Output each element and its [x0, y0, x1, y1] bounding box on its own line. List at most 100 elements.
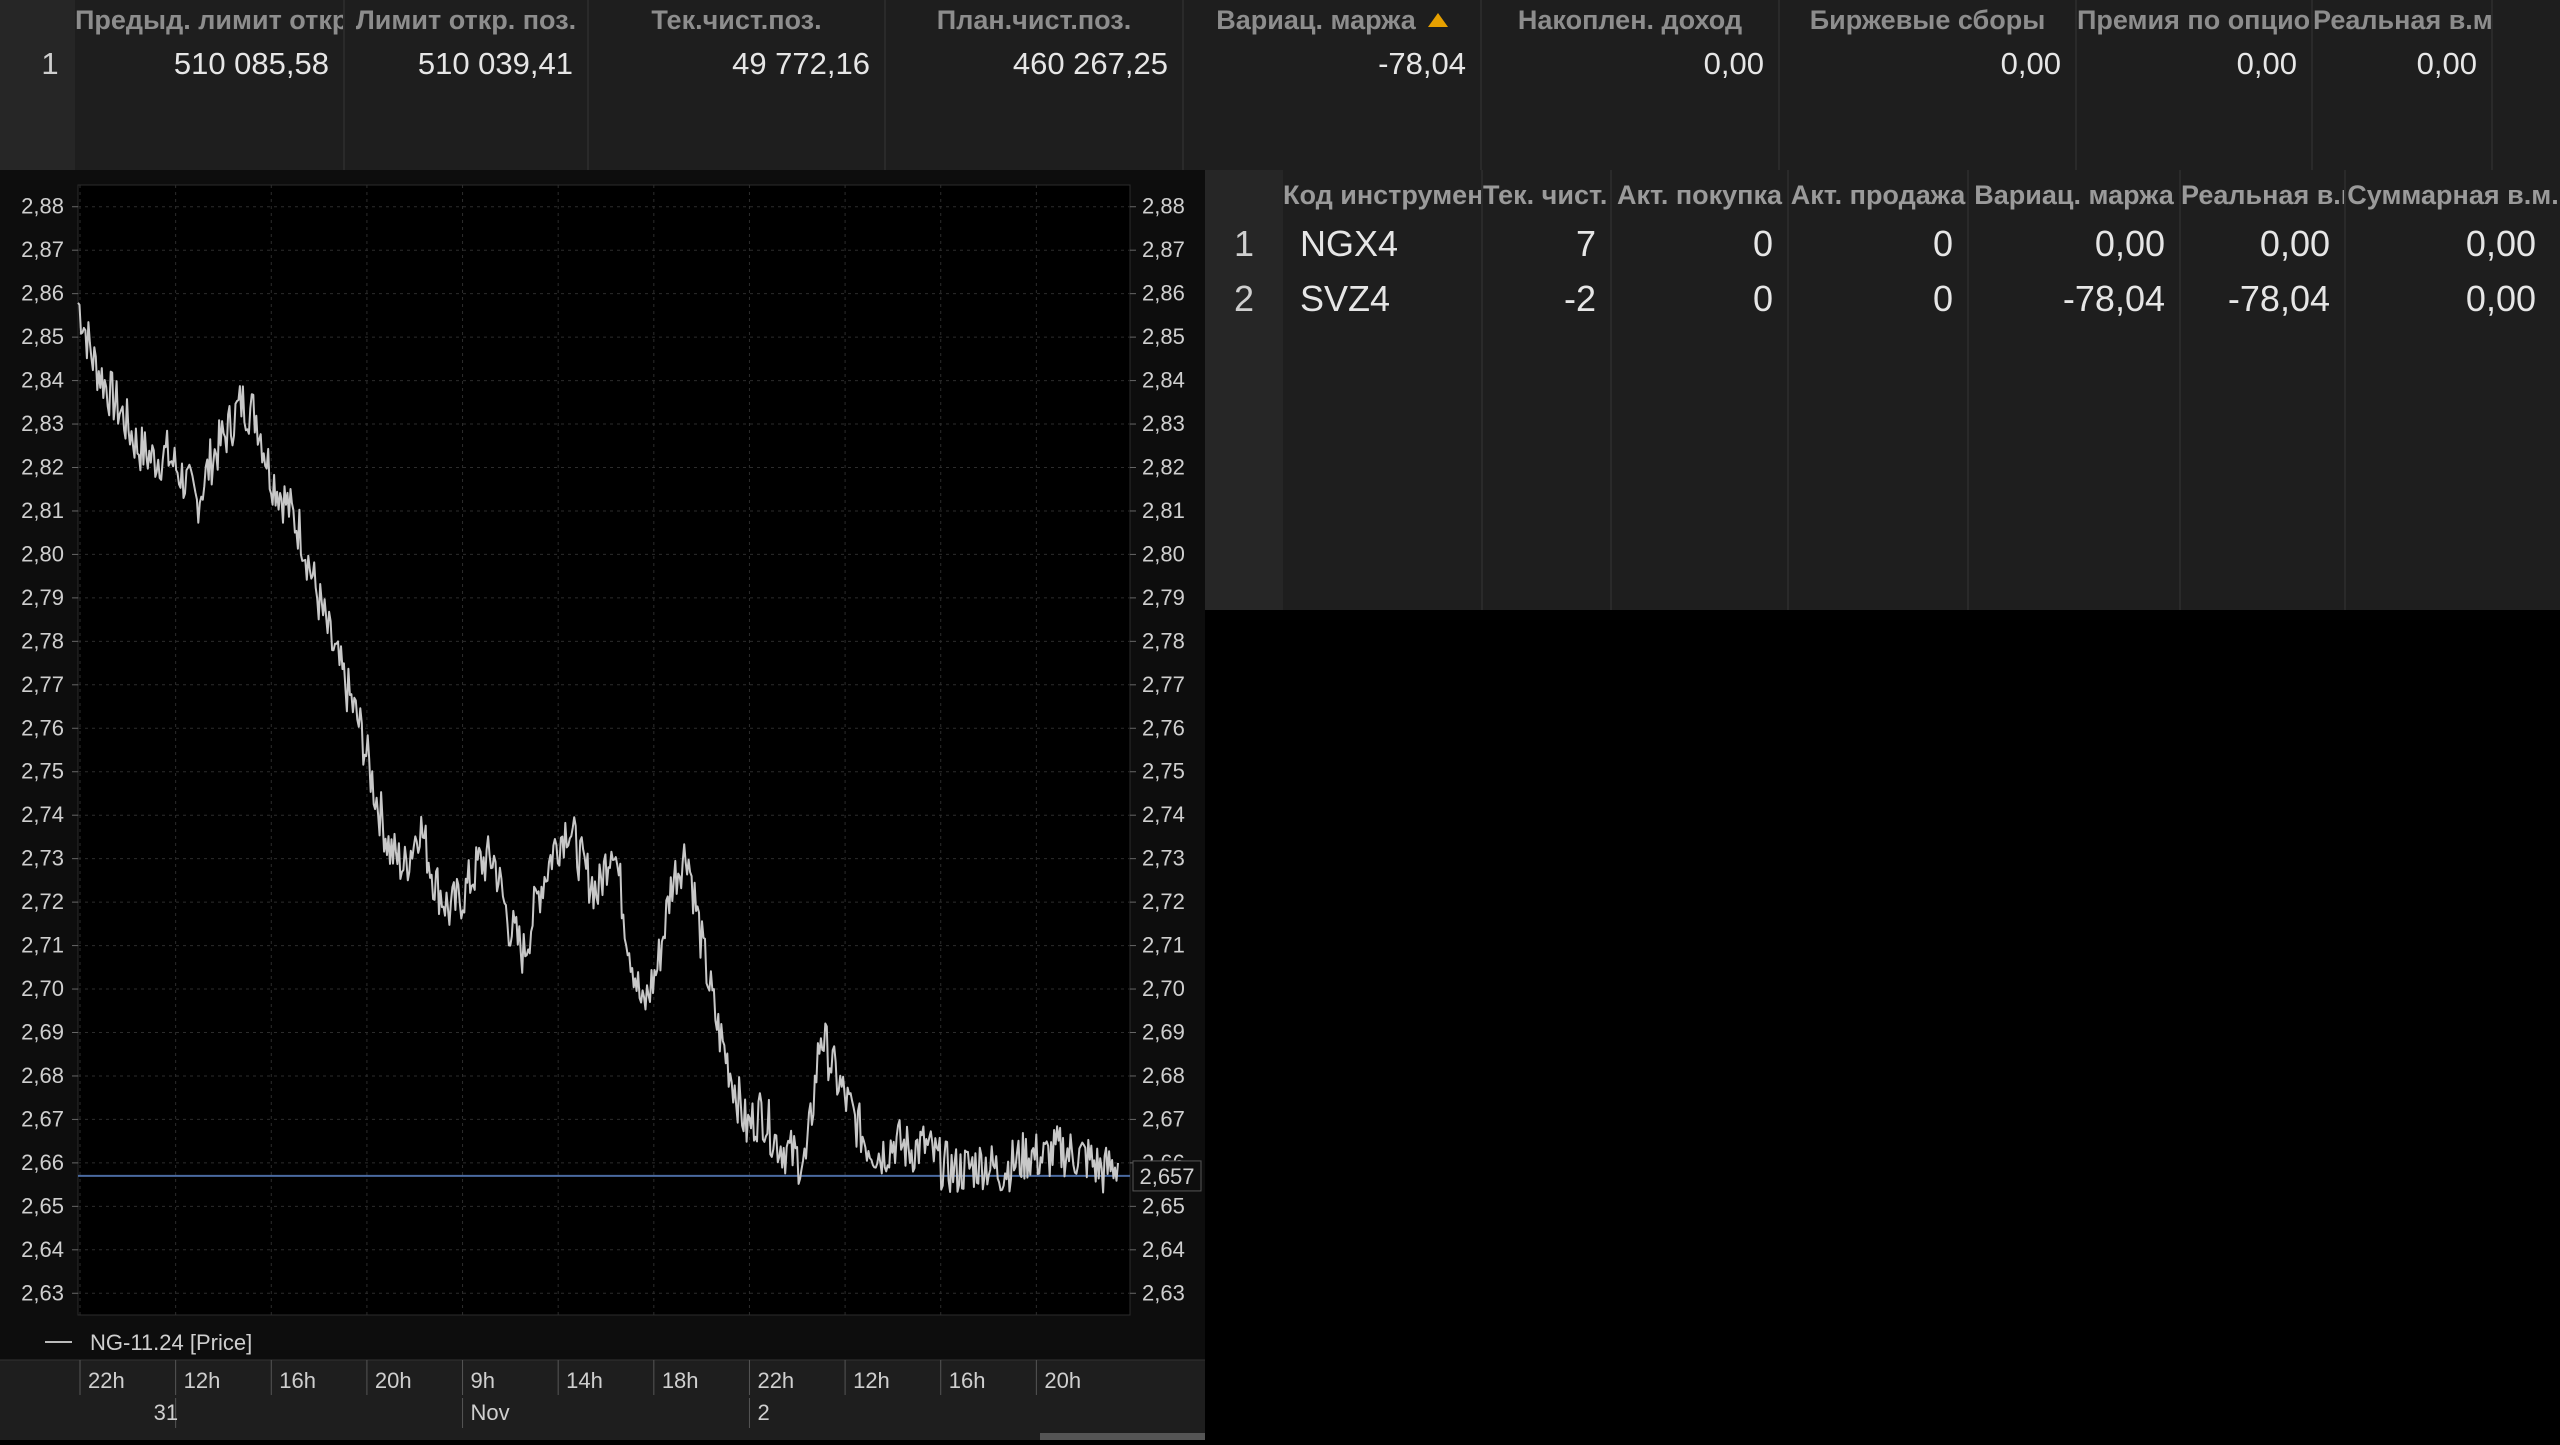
column-separator — [884, 0, 886, 170]
plot-area[interactable] — [77, 184, 1131, 1316]
y-tick-label: 2,64 — [21, 1237, 64, 1262]
y-tick-label: 2,68 — [21, 1063, 64, 1088]
cell-total-variation-margin[interactable]: 0,00 — [2346, 273, 2560, 325]
current-price-label: 2,657 — [1139, 1164, 1194, 1189]
header-real-variation-margin[interactable]: Реальная в.м. — [2181, 175, 2344, 215]
column-separator — [1480, 0, 1482, 170]
cell-active-sell[interactable]: 0 — [1789, 273, 1967, 325]
price-chart[interactable]: 2,88 2,87 2,86 2,85 2,84 2,83 2,82 2,81 2,80 2,79… — [0, 170, 1205, 1440]
header-variation-margin[interactable]: Вариац. маржа — [1184, 0, 1480, 40]
header-instrument-code[interactable]: Код инструмента — [1283, 175, 1481, 215]
cell-variation-margin[interactable]: -78,04 — [1184, 44, 1480, 84]
y-tick-label: 2,75 — [1142, 759, 1185, 784]
y-tick-label: 2,63 — [21, 1280, 64, 1305]
y-tick-label: 2,81 — [1142, 498, 1185, 523]
cell-net-position[interactable]: 7 — [1483, 218, 1610, 270]
cell-instrument-code[interactable]: NGX4 — [1300, 218, 1480, 270]
y-tick-label: 2,66 — [21, 1150, 64, 1175]
cell-net-position[interactable]: -2 — [1483, 273, 1610, 325]
y-tick-label: 2,80 — [21, 541, 64, 566]
y-tick-label: 2,65 — [21, 1193, 64, 1218]
y-tick-label: 2,83 — [21, 411, 64, 436]
y-tick-label: 2,86 — [1142, 281, 1185, 306]
header-accumulated-income[interactable]: Накоплен. доход — [1482, 0, 1778, 40]
y-tick-label: 2,71 — [1142, 933, 1185, 958]
x-tick-label: 12h — [853, 1368, 890, 1393]
header-variation-margin-label: Вариац. маржа — [1216, 5, 1416, 35]
y-tick-label: 2,81 — [21, 498, 64, 523]
y-tick-label: 2,78 — [21, 628, 64, 653]
cell-total-variation-margin[interactable]: 0,00 — [2346, 218, 2560, 270]
cell-option-premium[interactable]: 0,00 — [2077, 44, 2311, 84]
price-chart-panel[interactable]: 2,88 2,87 2,86 2,85 2,84 2,83 2,82 2,81 2,80 2,79… — [0, 170, 1205, 1440]
legend-label[interactable]: NG-11.24 [Price] — [90, 1330, 252, 1355]
x-tick-label: 22h — [88, 1368, 125, 1393]
cell-variation-margin[interactable]: 0,00 — [1969, 218, 2179, 270]
header-variation-margin[interactable]: Вариац. маржа — [1969, 175, 2179, 215]
y-tick-label: 2,73 — [21, 846, 64, 871]
horizontal-scrollbar-thumb[interactable] — [1040, 1433, 1205, 1440]
cell-planned-net-position[interactable]: 460 267,25 — [886, 44, 1182, 84]
y-axis-left[interactable]: 2,88 2,87 2,86 2,85 2,84 2,83 2,82 2,81 2,80 2,79… — [21, 194, 78, 1306]
y-tick-label: 2,76 — [1142, 715, 1185, 740]
header-real-variation-margin[interactable]: Реальная в.м. — [2313, 0, 2491, 40]
cell-accumulated-income[interactable]: 0,00 — [1482, 44, 1778, 84]
y-tick-label: 2,79 — [21, 585, 64, 610]
header-total-variation-margin[interactable]: Суммарная в.м. — [2346, 175, 2560, 215]
x-tick-label: 9h — [471, 1368, 495, 1393]
cell-limit[interactable]: 510 039,41 — [345, 44, 587, 84]
y-tick-label: 2,87 — [21, 237, 64, 262]
x-tick-label: 12h — [184, 1368, 221, 1393]
column-separator — [587, 0, 589, 170]
x-tick-label: 18h — [662, 1368, 699, 1393]
y-tick-label: 2,80 — [1142, 541, 1185, 566]
sort-ascending-icon — [1427, 13, 1448, 27]
y-tick-label: 2,67 — [1142, 1106, 1185, 1131]
y-axis-right[interactable]: 2,88 2,87 2,86 2,85 2,84 2,83 2,82 2,81 2,80 2,79… — [1130, 194, 1185, 1306]
date-label: 2 — [757, 1400, 769, 1425]
cell-active-sell[interactable]: 0 — [1789, 218, 1967, 270]
y-tick-label: 2,84 — [1142, 368, 1185, 393]
header-prev-limit[interactable]: Предыд. лимит откр. поз. — [75, 0, 343, 40]
cell-real-variation-margin[interactable]: 0,00 — [2181, 218, 2344, 270]
cell-exchange-fees[interactable]: 0,00 — [1780, 44, 2075, 84]
column-separator — [2311, 0, 2313, 170]
header-exchange-fees[interactable]: Биржевые сборы — [1780, 0, 2075, 40]
cell-current-net-position[interactable]: 49 772,16 — [589, 44, 884, 84]
positions-table: Код инструмента Тек. чист. поз. Акт. пок… — [1205, 170, 2560, 610]
y-tick-label: 2,65 — [1142, 1193, 1185, 1218]
x-tick-label: 16h — [949, 1368, 986, 1393]
cell-instrument-code[interactable]: SVZ4 — [1300, 273, 1480, 325]
cell-real-variation-margin[interactable]: -78,04 — [2181, 273, 2344, 325]
cell-prev-limit[interactable]: 510 085,58 — [75, 44, 343, 84]
cell-variation-margin[interactable]: -78,04 — [1969, 273, 2179, 325]
y-tick-label: 2,76 — [21, 715, 64, 740]
y-tick-label: 2,77 — [1142, 672, 1185, 697]
y-tick-label: 2,73 — [1142, 846, 1185, 871]
y-tick-label: 2,77 — [21, 672, 64, 697]
y-tick-label: 2,88 — [1142, 194, 1185, 219]
header-current-net-position[interactable]: Тек.чист.поз. — [589, 0, 884, 40]
cell-active-buy[interactable]: 0 — [1612, 273, 1787, 325]
header-planned-net-position[interactable]: План.чист.поз. — [886, 0, 1182, 40]
cell-active-buy[interactable]: 0 — [1612, 218, 1787, 270]
y-tick-label: 2,72 — [1142, 889, 1185, 914]
x-tick-label: 20h — [375, 1368, 412, 1393]
header-net-position[interactable]: Тек. чист. поз. — [1483, 175, 1610, 215]
row-number: 2 — [1233, 278, 1255, 319]
y-tick-label: 2,69 — [1142, 1020, 1185, 1045]
row-number: 1 — [1233, 223, 1255, 264]
cell-real-variation-margin[interactable]: 0,00 — [2313, 44, 2491, 84]
header-option-premium[interactable]: Премия по опционам — [2077, 0, 2311, 40]
y-tick-label: 2,71 — [21, 933, 64, 958]
y-tick-label: 2,64 — [1142, 1237, 1185, 1262]
header-active-buy[interactable]: Акт. покупка — [1612, 175, 1787, 215]
y-tick-label: 2,86 — [21, 281, 64, 306]
date-label: 31 — [154, 1400, 178, 1425]
current-price-marker: 2,657 — [1132, 1160, 1202, 1192]
y-tick-label: 2,84 — [21, 368, 64, 393]
header-limit[interactable]: Лимит откр. поз. — [345, 0, 587, 40]
y-tick-label: 2,74 — [1142, 802, 1185, 827]
header-active-sell[interactable]: Акт. продажа — [1789, 175, 1967, 215]
column-separator — [2075, 0, 2077, 170]
